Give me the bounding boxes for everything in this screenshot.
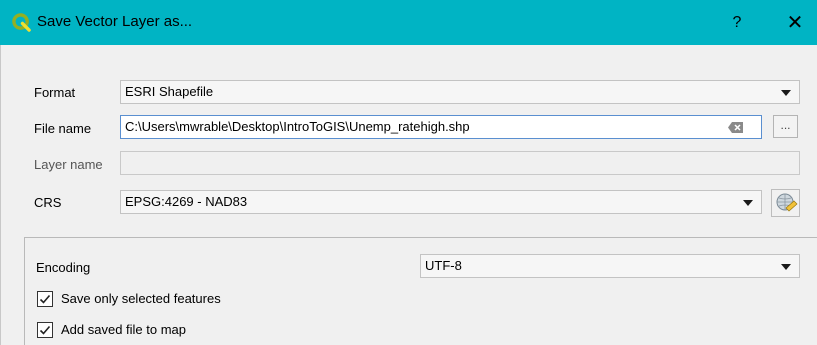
- filename-label: File name: [34, 121, 92, 136]
- filename-value: C:\Users\mwrable\Desktop\IntroToGIS\Unem…: [125, 119, 470, 134]
- encoding-value: UTF-8: [425, 258, 462, 273]
- chevron-down-icon: [781, 264, 791, 270]
- clear-icon[interactable]: [728, 122, 743, 133]
- add-to-map-label[interactable]: Add saved file to map: [61, 322, 186, 337]
- browse-button[interactable]: ...: [773, 115, 798, 138]
- window-title: Save Vector Layer as...: [37, 13, 193, 30]
- crs-select-button[interactable]: [771, 189, 800, 217]
- save-selected-label[interactable]: Save only selected features: [61, 291, 221, 306]
- help-button[interactable]: ?: [725, 11, 749, 35]
- encoding-combobox[interactable]: UTF-8: [420, 254, 800, 278]
- crs-label: CRS: [34, 195, 62, 210]
- chevron-down-icon: [743, 200, 753, 206]
- add-to-map-checkbox[interactable]: [37, 322, 53, 338]
- crs-value: EPSG:4269 - NAD83: [125, 194, 248, 209]
- checkmark-icon: [39, 294, 51, 304]
- filename-input[interactable]: C:\Users\mwrable\Desktop\IntroToGIS\Unem…: [120, 115, 762, 139]
- checkmark-icon: [39, 325, 51, 335]
- title-bar: Save Vector Layer as... ? ✕: [0, 0, 817, 45]
- layername-label: Layer name: [34, 157, 103, 172]
- format-value: ESRI Shapefile: [125, 84, 214, 99]
- close-button[interactable]: ✕: [780, 9, 810, 37]
- qgis-logo-icon: [12, 13, 31, 32]
- encoding-label: Encoding: [36, 260, 91, 275]
- globe-icon: [776, 193, 798, 212]
- format-label: Format: [34, 85, 76, 100]
- format-combobox[interactable]: ESRI Shapefile: [120, 80, 800, 104]
- chevron-down-icon: [781, 90, 791, 96]
- save-selected-checkbox[interactable]: [37, 291, 53, 307]
- layername-input: [120, 151, 800, 175]
- crs-combobox[interactable]: EPSG:4269 - NAD83: [120, 190, 762, 214]
